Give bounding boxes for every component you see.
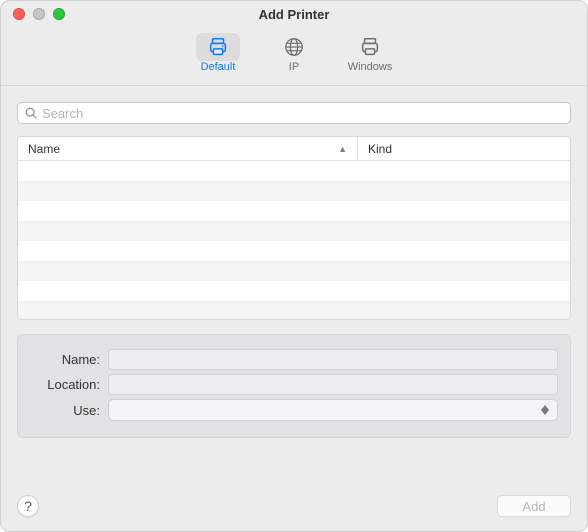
tab-windows[interactable]: Windows [342,31,398,75]
printer-table: Name ▲ Kind [17,136,571,320]
help-button[interactable]: ? [17,495,39,517]
zoom-icon[interactable] [53,8,65,20]
titlebar: Add Printer [1,1,587,27]
window-title: Add Printer [1,7,587,22]
column-kind-label: Kind [368,142,392,156]
name-label: Name: [30,352,108,367]
select-stepper-icon [539,403,551,417]
table-header: Name ▲ Kind [18,137,570,161]
table-row [18,281,570,301]
sort-ascending-icon: ▲ [338,144,347,154]
add-button: Add [497,495,571,517]
content-area: Name ▲ Kind Name: [1,86,587,485]
tab-ip-label: IP [289,61,299,73]
table-row [18,161,570,181]
search-field-wrap[interactable] [17,102,571,124]
table-row [18,241,570,261]
table-body[interactable] [18,161,570,319]
minimize-icon [33,8,45,20]
windows-printer-icon [348,33,392,61]
table-row [18,301,570,319]
add-printer-window: Add Printer Default [0,0,588,532]
tab-default[interactable]: Default [190,31,246,75]
window-controls [1,8,65,20]
table-row [18,261,570,281]
printer-details-panel: Name: Location: Use: [17,334,571,438]
table-row [18,201,570,221]
use-label: Use: [30,403,108,418]
table-row [18,221,570,241]
tab-windows-label: Windows [348,61,393,73]
location-label: Location: [30,377,108,392]
printer-icon [196,33,240,61]
footer: ? Add [1,485,587,531]
close-icon[interactable] [13,8,25,20]
use-select[interactable] [108,399,558,421]
add-button-label: Add [522,499,545,514]
help-icon: ? [24,498,32,514]
location-field[interactable] [108,374,558,395]
name-field[interactable] [108,349,558,370]
globe-icon [272,33,316,61]
column-header-name[interactable]: Name ▲ [18,137,358,160]
tab-ip[interactable]: IP [266,31,322,75]
toolbar: Default IP Windows [1,27,587,86]
tab-default-label: Default [201,61,236,73]
table-row [18,181,570,201]
column-header-kind[interactable]: Kind [358,137,570,160]
column-name-label: Name [28,142,60,156]
search-icon [24,106,38,120]
search-input[interactable] [42,106,564,121]
